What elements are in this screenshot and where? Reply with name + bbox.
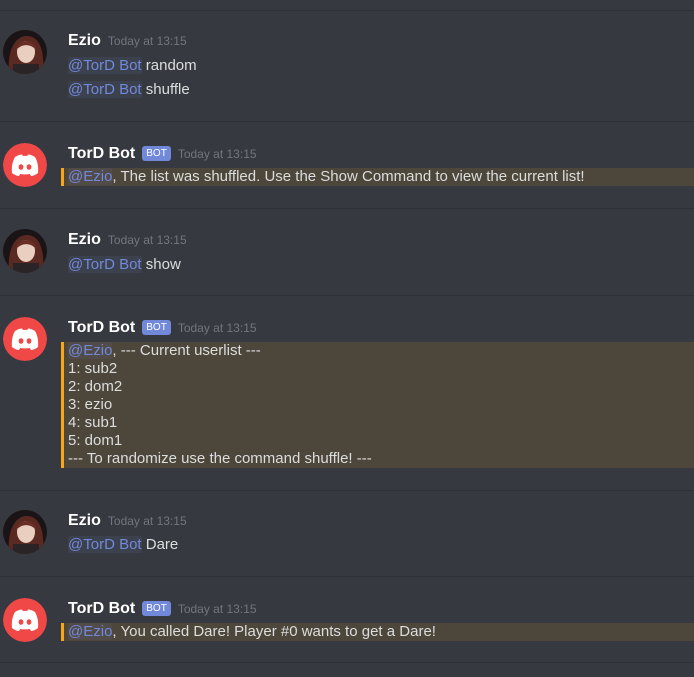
bot-tag: BOT — [142, 146, 171, 161]
userlist-entry: 2: dom2 — [68, 378, 123, 395]
message-text-body: , --- Current userlist --- — [112, 342, 261, 359]
author-name[interactable]: Ezio — [68, 512, 101, 530]
message-text-body: shuffle — [141, 81, 190, 98]
message-text-body: Dare — [141, 536, 179, 553]
timestamp: Today at 13:15 — [177, 321, 257, 335]
author-name[interactable]: Ezio — [68, 231, 101, 249]
user-mention[interactable]: @Ezio — [68, 168, 113, 185]
user-mention[interactable]: @TorD Bot — [68, 57, 142, 74]
author-name[interactable]: TorD Bot — [68, 319, 135, 337]
message-text: @TorD Bot Dare — [68, 536, 178, 554]
author-name[interactable]: Ezio — [68, 32, 101, 50]
userlist-footer: --- To randomize use the command shuffle… — [68, 450, 372, 467]
user-mention[interactable]: @Ezio — [68, 342, 113, 359]
timestamp: Today at 13:15 — [177, 602, 257, 616]
user-mention[interactable]: @TorD Bot — [68, 81, 142, 98]
mention-highlight-block: @Ezio, --- Current userlist --- 1: sub2 … — [61, 342, 694, 468]
message-text-body: , The list was shuffled. Use the Show Co… — [112, 168, 585, 185]
author-name[interactable]: TorD Bot — [68, 600, 135, 618]
userlist-entry: 1: sub2 — [68, 360, 118, 377]
message-divider — [0, 662, 694, 663]
user-mention[interactable]: @Ezio — [68, 623, 113, 640]
message-divider — [0, 576, 694, 577]
message-text: @TorD Bot show — [68, 256, 181, 274]
message-divider — [0, 121, 694, 122]
mention-highlight-block: @Ezio, You called Dare! Player #0 wants … — [61, 623, 694, 641]
timestamp: Today at 13:15 — [107, 514, 187, 528]
user-avatar[interactable] — [3, 30, 47, 74]
user-avatar[interactable] — [3, 510, 47, 554]
bot-tag: BOT — [142, 601, 171, 616]
message-divider — [0, 490, 694, 491]
message-text: @TorD Bot shuffle — [68, 81, 190, 99]
message-divider — [0, 295, 694, 296]
message-divider — [0, 10, 694, 11]
bot-tag: BOT — [142, 320, 171, 335]
bot-avatar[interactable] — [3, 143, 47, 187]
message-text: @TorD Bot random — [68, 57, 197, 75]
author-name[interactable]: TorD Bot — [68, 145, 135, 163]
user-mention[interactable]: @TorD Bot — [68, 536, 142, 553]
message-text-body: random — [141, 57, 197, 74]
userlist-entry: 4: sub1 — [68, 414, 118, 431]
user-mention[interactable]: @TorD Bot — [68, 256, 142, 273]
message-text-body: , You called Dare! Player #0 wants to ge… — [112, 623, 436, 640]
timestamp: Today at 13:15 — [107, 233, 187, 247]
bot-avatar[interactable] — [3, 317, 47, 361]
message-text: @Ezio, --- Current userlist --- — [64, 342, 694, 360]
timestamp: Today at 13:15 — [177, 147, 257, 161]
message-text: @Ezio, The list was shuffled. Use the Sh… — [64, 168, 694, 186]
message-text-body: show — [141, 256, 181, 273]
bot-avatar[interactable] — [3, 598, 47, 642]
message-divider — [0, 208, 694, 209]
timestamp: Today at 13:15 — [107, 34, 187, 48]
user-avatar[interactable] — [3, 229, 47, 273]
userlist-entry: 3: ezio — [68, 396, 113, 413]
mention-highlight-block: @Ezio, The list was shuffled. Use the Sh… — [61, 168, 694, 186]
userlist-entry: 5: dom1 — [68, 432, 123, 449]
message-text: @Ezio, You called Dare! Player #0 wants … — [64, 623, 694, 641]
